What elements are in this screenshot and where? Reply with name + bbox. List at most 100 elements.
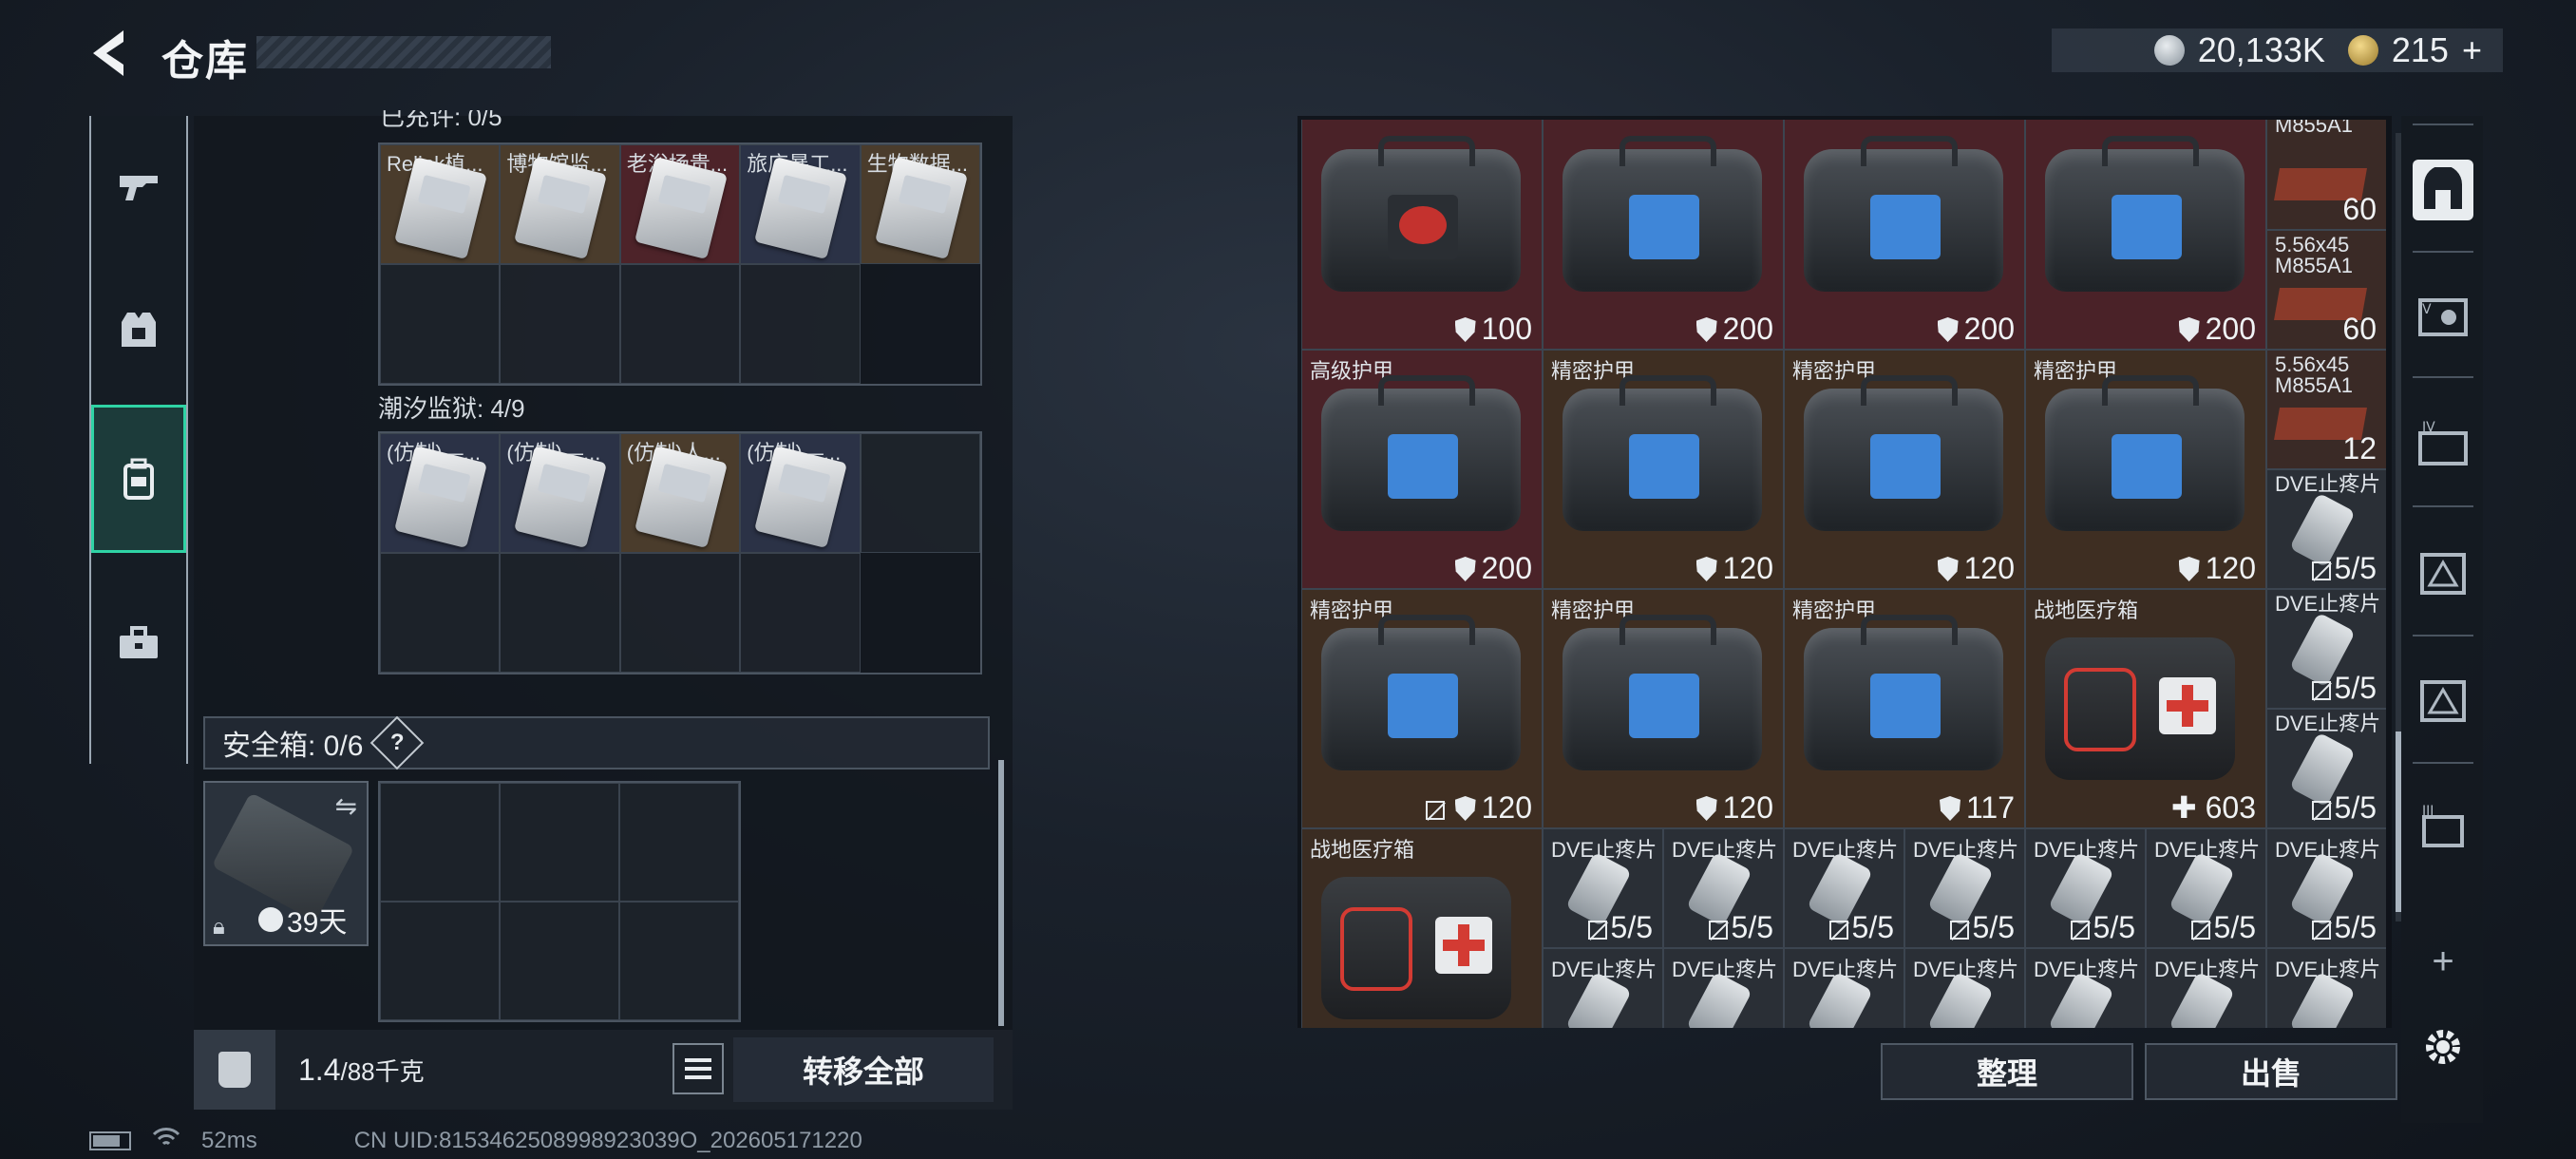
stash-item[interactable]: DVE止疼片5/5 [2146, 948, 2266, 1028]
add-currency-button[interactable]: + [2462, 30, 2482, 70]
toolbox-icon [120, 626, 158, 658]
stash-item[interactable]: DVE止疼片5/5 [1904, 948, 2025, 1028]
stash-item[interactable]: DVE止疼片5/5 [1784, 948, 1904, 1028]
left-scrollbar[interactable] [998, 760, 1004, 1026]
stash-item[interactable]: DVE止疼片5/5 [1904, 828, 2025, 948]
stash-item[interactable]: DVE止疼片5/5 [2266, 469, 2386, 589]
stash-item[interactable]: 5.56x45 M855A1 60 [2266, 230, 2386, 350]
stash-item[interactable]: 200 [1543, 120, 1784, 350]
item-value-text: 200 [2205, 312, 2256, 346]
item-value: 5/5 [2070, 910, 2135, 945]
item-value-text: 200 [1722, 312, 1773, 346]
item-slot[interactable]: (仿制)—... [740, 433, 861, 553]
empty-slot[interactable] [740, 264, 861, 384]
empty-slot[interactable] [619, 902, 739, 1020]
stash-item[interactable]: DVE止疼片5/5 [1663, 948, 1784, 1028]
empty-slot[interactable] [500, 264, 620, 384]
list-view-button[interactable] [672, 1043, 724, 1094]
item-slot[interactable]: 老浴场贵... [619, 144, 741, 264]
stash-item[interactable]: DVE止疼片5/5 [2266, 589, 2386, 709]
item-slot[interactable]: 博物馆监... [500, 144, 620, 264]
item-slot[interactable]: (仿制)—... [500, 433, 620, 553]
stash-tab-safe[interactable] [2413, 160, 2473, 220]
safe-case-item[interactable]: ⇋ 🔒︎ 39天 [203, 781, 369, 946]
stash-item[interactable]: DVE止疼片5/5 [2146, 828, 2266, 948]
sell-button[interactable]: 出售 [2145, 1043, 2397, 1100]
armor-bag-icon [1563, 375, 1762, 531]
item-value-text: 5/5 [2334, 790, 2377, 825]
empty-slot[interactable] [500, 783, 619, 902]
item-slot[interactable]: 旅店暴工... [740, 144, 861, 264]
item-slot[interactable]: (仿制)人... [619, 433, 741, 553]
stash-item[interactable]: DVE止疼片5/5 [2266, 948, 2386, 1028]
stash-grid: 100 200 200 200 高级护甲 200 精密护甲 120 精密护甲 120 精密护甲 120… [1301, 120, 2386, 1028]
settings-button[interactable] [2413, 1016, 2473, 1077]
stash-tab-iv[interactable]: IV [2413, 414, 2473, 475]
empty-slot[interactable] [740, 553, 861, 673]
swap-icon[interactable]: ⇋ [335, 790, 357, 822]
stash-item[interactable]: 精密护甲 120 [1543, 589, 1784, 828]
item-value: 5/5 [1949, 910, 2015, 945]
stash-item[interactable]: 200 [2025, 120, 2266, 350]
transfer-all-button[interactable]: 转移全部 [733, 1037, 994, 1102]
no-durability-icon [1587, 921, 1607, 940]
durability-icon [1454, 317, 1476, 342]
stash-tab-a2[interactable] [2413, 671, 2473, 732]
armor-bag-icon [1563, 136, 1762, 292]
stash-item[interactable]: 精密护甲 120 [1784, 350, 2025, 589]
item-value: 200 [2178, 312, 2256, 347]
durability-icon [1695, 796, 1717, 821]
stash-item[interactable]: M855A1 60 [2266, 120, 2386, 230]
stash-item[interactable]: DVE止疼片5/5 [2025, 948, 2146, 1028]
stash-item[interactable]: DVE止疼片5/5 [2025, 828, 2146, 948]
stash-item[interactable]: 战地医疗箱 ✚ 603 [2025, 589, 2266, 828]
stash-item[interactable]: DVE止疼片5/5 [2266, 828, 2386, 948]
stash-item[interactable]: DVE止疼片5/5 [1663, 828, 1784, 948]
stash-item[interactable]: DVE止疼片5/5 [1784, 828, 1904, 948]
help-button[interactable]: ? [370, 715, 425, 770]
sidebar-item-toolbox[interactable] [91, 572, 186, 714]
empty-slot[interactable] [860, 433, 980, 553]
durability-icon [1695, 557, 1717, 581]
status-bar: 52ms CN UID:8153462508998923039O_2026051… [89, 1127, 862, 1154]
stash-tab-a1[interactable] [2413, 543, 2473, 604]
stash-tab-iii[interactable]: III [2413, 798, 2473, 859]
stash-item[interactable]: 高级护甲 200 [1301, 350, 1543, 589]
stash-item[interactable]: DVE止疼片5/5 [2266, 709, 2386, 828]
item-slot[interactable]: Relink植... [380, 144, 501, 264]
stash-item[interactable]: DVE止疼片5/5 [1543, 828, 1663, 948]
back-button[interactable] [85, 27, 133, 80]
sidebar-item-weapons[interactable] [91, 116, 186, 258]
empty-slot[interactable] [380, 783, 500, 902]
stash-item[interactable]: 战地医疗箱✚ 588 [1301, 828, 1543, 1028]
backpack-icon [123, 458, 154, 500]
safe-box-label: 安全箱: 0/6 [222, 731, 364, 762]
empty-slot[interactable] [619, 264, 741, 384]
item-value-text: 12 [2342, 431, 2377, 466]
stash-item[interactable]: 精密护甲 117 [1784, 589, 2025, 828]
empty-slot[interactable] [619, 783, 739, 902]
empty-slot[interactable] [619, 553, 741, 673]
empty-slot[interactable] [380, 264, 501, 384]
stash-item[interactable]: 精密护甲 120 [1301, 589, 1543, 828]
empty-slot[interactable] [500, 902, 619, 1020]
stash-item[interactable]: DVE止疼片5/5 [1543, 948, 1663, 1028]
organize-button[interactable]: 整理 [1881, 1043, 2133, 1100]
stash-item[interactable]: 精密护甲 120 [1543, 350, 1784, 589]
add-stash-button[interactable]: + [2413, 931, 2473, 992]
sidebar-item-armor[interactable] [91, 258, 186, 401]
item-value-text: 117 [1965, 790, 2015, 825]
stash-tab-weapons[interactable]: V [2413, 285, 2473, 346]
empty-slot[interactable] [380, 902, 500, 1020]
stash-item[interactable]: 100 [1301, 120, 1543, 350]
stash-item[interactable]: 5.56x45 M855A1 12 [2266, 350, 2386, 469]
heal-icon: ✚ [2170, 790, 2206, 825]
sidebar-item-backpack[interactable] [91, 405, 186, 553]
empty-slot[interactable] [380, 553, 501, 673]
item-slot[interactable]: 生物数据... [860, 144, 980, 264]
empty-slot[interactable] [500, 553, 620, 673]
stash-item[interactable]: 精密护甲 120 [2025, 350, 2266, 589]
stash-item[interactable]: 200 [1784, 120, 2025, 350]
settings-icon [2426, 1030, 2460, 1064]
item-slot[interactable]: (仿制)—... [380, 433, 501, 553]
